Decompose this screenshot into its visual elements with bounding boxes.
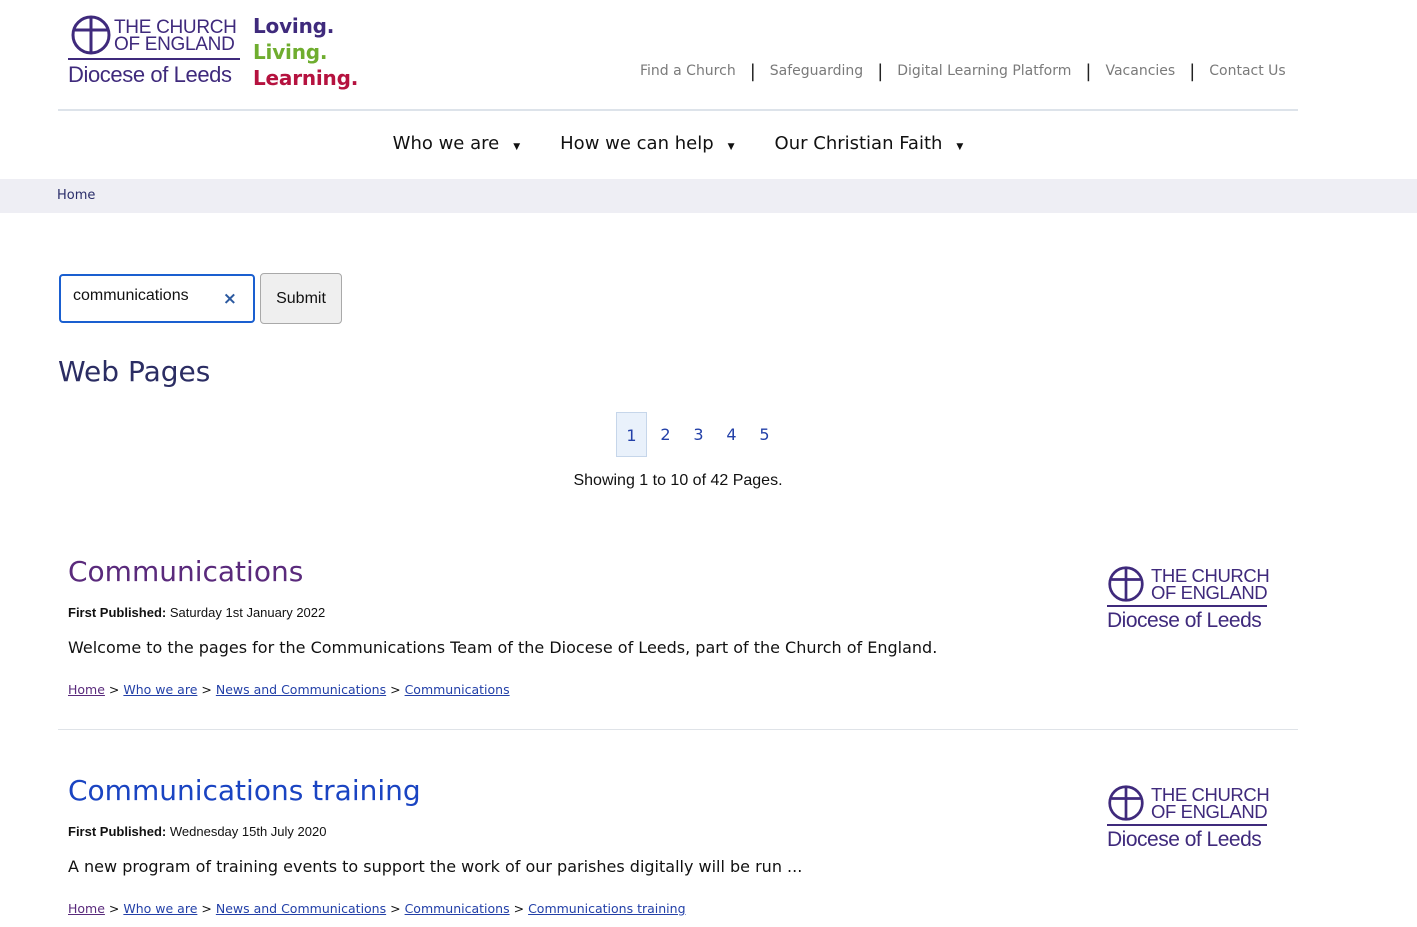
- trail-separator: >: [201, 682, 212, 697]
- topnav-vacancies[interactable]: Vacancies: [1105, 63, 1175, 79]
- section-title: Web Pages: [58, 355, 211, 388]
- caret-down-icon: ▼: [513, 141, 521, 152]
- result-breadcrumb: Home > Who we are > News and Communicati…: [68, 901, 686, 916]
- search-box: ×: [59, 274, 255, 323]
- caret-down-icon: ▼: [727, 141, 735, 152]
- thumb-rule: [1107, 824, 1267, 826]
- page-link-4[interactable]: 4: [715, 425, 748, 444]
- trail-separator: >: [201, 901, 212, 916]
- clear-search-icon[interactable]: ×: [223, 289, 237, 309]
- trail-link-home[interactable]: Home: [68, 682, 105, 697]
- result-description: A new program of training events to supp…: [68, 857, 803, 876]
- caret-down-icon: ▼: [956, 141, 964, 152]
- pagination: 1 2 3 4 5: [616, 412, 781, 457]
- published-info: First Published: Saturday 1st January 20…: [68, 605, 325, 620]
- topnav-separator: |: [749, 60, 756, 82]
- published-info: First Published: Wednesday 15th July 202…: [68, 824, 326, 839]
- topnav-contact-us[interactable]: Contact Us: [1209, 63, 1285, 79]
- trail-link-home[interactable]: Home: [68, 901, 105, 916]
- topnav-separator: |: [1189, 60, 1196, 82]
- mainnav-label: Who we are: [392, 133, 500, 154]
- mainnav-our-christian-faith[interactable]: Our Christian Faith ▼: [775, 133, 964, 154]
- thumb-rule: [1107, 605, 1267, 607]
- logo-line-2: OF ENGLAND: [114, 34, 235, 55]
- topnav-safeguarding[interactable]: Safeguarding: [770, 63, 863, 79]
- trail-link-communications[interactable]: Communications: [405, 901, 510, 916]
- tagline-living: Living.: [253, 40, 328, 64]
- topnav-separator: |: [877, 60, 884, 82]
- trail-separator: >: [108, 682, 120, 697]
- trail-link-communications[interactable]: Communications: [405, 682, 510, 697]
- trail-separator: >: [390, 682, 401, 697]
- tagline-loving: Loving.: [253, 14, 335, 38]
- mainnav-label: How we can help: [560, 133, 714, 154]
- breadcrumb-home[interactable]: Home: [57, 188, 95, 203]
- topnav-digital-learning-platform[interactable]: Digital Learning Platform: [897, 63, 1071, 79]
- mainnav-how-we-can-help[interactable]: How we can help ▼: [560, 133, 734, 154]
- thumb-line-3: Diocese of Leeds: [1107, 828, 1262, 851]
- result-title-link[interactable]: Communications training: [68, 774, 421, 807]
- trail-separator: >: [108, 901, 120, 916]
- utility-nav: Find a Church | Safeguarding | Digital L…: [640, 60, 1286, 82]
- results-count: Showing 1 to 10 of 42 Pages.: [573, 472, 783, 489]
- thumb-line-2: OF ENGLAND: [1151, 801, 1268, 822]
- main-nav: Who we are ▼ How we can help ▼ Our Chris…: [0, 133, 1356, 154]
- trail-link-news-and-communications[interactable]: News and Communications: [216, 682, 386, 697]
- logo-line-3: Diocese of Leeds: [68, 62, 232, 87]
- result-thumbnail[interactable]: THE CHURCH OF ENGLAND Diocese of Leeds: [1105, 565, 1275, 635]
- church-cross-icon: [1108, 566, 1144, 602]
- result-title-link[interactable]: Communications: [68, 555, 303, 588]
- breadcrumb: Home: [0, 179, 1417, 213]
- mainnav-label: Our Christian Faith: [774, 133, 943, 154]
- published-date: Wednesday 15th July 2020: [169, 824, 327, 839]
- thumb-line-3: Diocese of Leeds: [1107, 609, 1262, 632]
- church-cross-icon: [1108, 785, 1144, 821]
- page-link-3[interactable]: 3: [682, 425, 715, 444]
- result-divider: [58, 729, 1298, 730]
- result-breadcrumb: Home > Who we are > News and Communicati…: [68, 682, 510, 697]
- submit-button[interactable]: Submit: [260, 273, 342, 324]
- published-date: Saturday 1st January 2022: [169, 605, 326, 620]
- trail-link-who-we-are[interactable]: Who we are: [123, 901, 197, 916]
- page-link-2[interactable]: 2: [649, 425, 682, 444]
- trail-link-news-and-communications[interactable]: News and Communications: [216, 901, 386, 916]
- result-thumbnail[interactable]: THE CHURCH OF ENGLAND Diocese of Leeds: [1105, 784, 1275, 854]
- header-divider: [58, 109, 1298, 111]
- published-label: First Published:: [68, 605, 167, 620]
- page-link-5[interactable]: 5: [748, 425, 781, 444]
- published-label: First Published:: [68, 824, 167, 839]
- trail-link-communications-training[interactable]: Communications training: [528, 901, 685, 916]
- result-description: Welcome to the pages for the Communicati…: [68, 638, 938, 657]
- mainnav-who-we-are[interactable]: Who we are ▼: [393, 133, 521, 154]
- diocese-logo[interactable]: THE CHURCH OF ENGLAND Diocese of Leeds L…: [66, 12, 361, 94]
- logo-rule: [68, 58, 240, 60]
- page-link-1[interactable]: 1: [616, 412, 647, 457]
- trail-separator: >: [513, 901, 525, 916]
- tagline-learning: Learning.: [253, 66, 359, 90]
- topnav-separator: |: [1085, 60, 1092, 82]
- church-cross-icon: [71, 15, 111, 55]
- thumb-line-2: OF ENGLAND: [1151, 582, 1268, 603]
- topnav-find-a-church[interactable]: Find a Church: [640, 63, 736, 79]
- trail-separator: >: [390, 901, 401, 916]
- trail-link-who-we-are[interactable]: Who we are: [123, 682, 197, 697]
- search-input[interactable]: [73, 287, 213, 305]
